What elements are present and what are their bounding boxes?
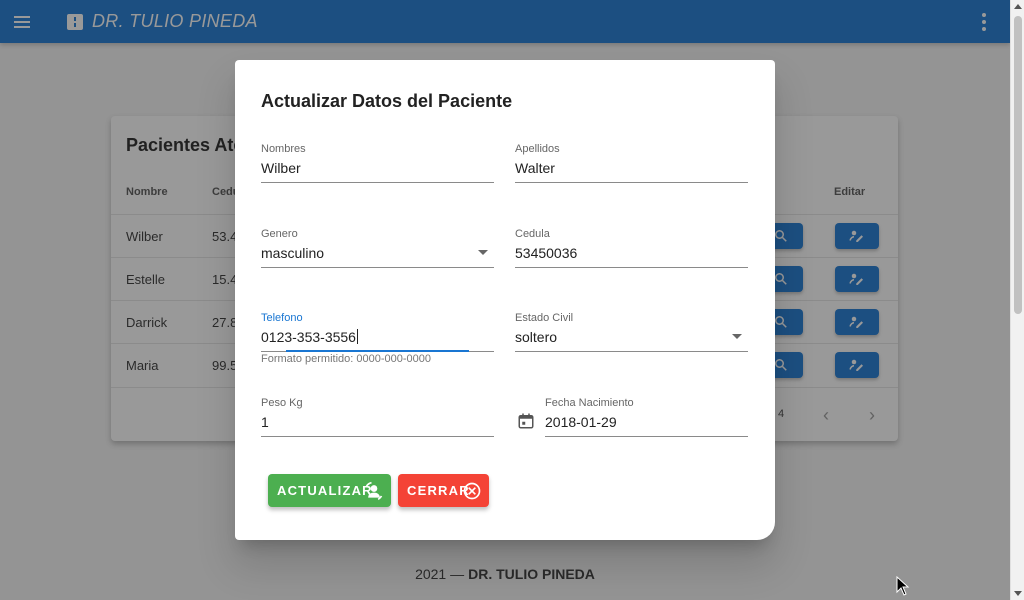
update-patient-dialog: Actualizar Datos del Paciente Nombres Wi… <box>235 60 775 540</box>
calendar-icon[interactable] <box>517 412 535 430</box>
scroll-down-icon[interactable] <box>1014 591 1022 596</box>
close-label: CERRAR <box>407 483 470 498</box>
mouse-cursor-icon <box>896 576 910 596</box>
nombres-label: Nombres <box>261 143 306 155</box>
genero-select[interactable]: Genero masculino <box>261 228 494 268</box>
dropdown-arrow-icon[interactable] <box>732 334 742 339</box>
genero-value: masculino <box>261 245 325 261</box>
scroll-up-icon[interactable] <box>1014 4 1022 9</box>
telefono-value: 0123-353-3556 <box>261 329 358 345</box>
close-button[interactable]: CERRAR <box>398 474 489 507</box>
peso-field[interactable]: Peso Kg 1 <box>261 397 494 437</box>
telefono-label: Telefono <box>261 312 303 324</box>
fecha-nacimiento-field[interactable]: Fecha Nacimiento 2018-01-29 <box>545 397 748 437</box>
update-button[interactable]: ACTUALIZAR <box>268 474 391 507</box>
dialog-title: Actualizar Datos del Paciente <box>261 91 513 111</box>
cedula-value: 53450036 <box>515 245 578 261</box>
cedula-field[interactable]: Cedula 53450036 <box>515 228 748 268</box>
fecha-label: Fecha Nacimiento <box>545 397 634 409</box>
nombres-field[interactable]: Nombres Wilber <box>261 143 494 183</box>
cedula-label: Cedula <box>515 228 550 240</box>
telefono-text: 0123-353-3556 <box>261 329 356 345</box>
apellidos-label: Apellidos <box>515 143 560 155</box>
refresh-user-icon <box>365 481 383 501</box>
telefono-field[interactable]: Telefono 0123-353-3556 <box>261 312 494 352</box>
nombres-value: Wilber <box>261 160 301 176</box>
update-label: ACTUALIZAR <box>277 483 373 498</box>
text-caret <box>356 329 358 344</box>
estado-civil-value: soltero <box>515 329 558 345</box>
peso-label: Peso Kg <box>261 397 303 409</box>
estado-civil-label: Estado Civil <box>515 312 574 324</box>
page-scrollbar[interactable] <box>1010 0 1024 600</box>
telefono-hint: Formato permitido: 0000-000-0000 <box>261 353 431 365</box>
genero-label: Genero <box>261 228 298 240</box>
fecha-value: 2018-01-29 <box>545 414 617 430</box>
peso-value: 1 <box>261 414 269 430</box>
dropdown-arrow-icon[interactable] <box>478 250 488 255</box>
apellidos-field[interactable]: Apellidos Walter <box>515 143 748 183</box>
apellidos-value: Walter <box>515 160 555 176</box>
estado-civil-select[interactable]: Estado Civil soltero <box>515 312 748 352</box>
scroll-thumb[interactable] <box>1014 16 1022 314</box>
focus-underline <box>286 350 469 352</box>
close-circle-icon <box>463 482 481 500</box>
